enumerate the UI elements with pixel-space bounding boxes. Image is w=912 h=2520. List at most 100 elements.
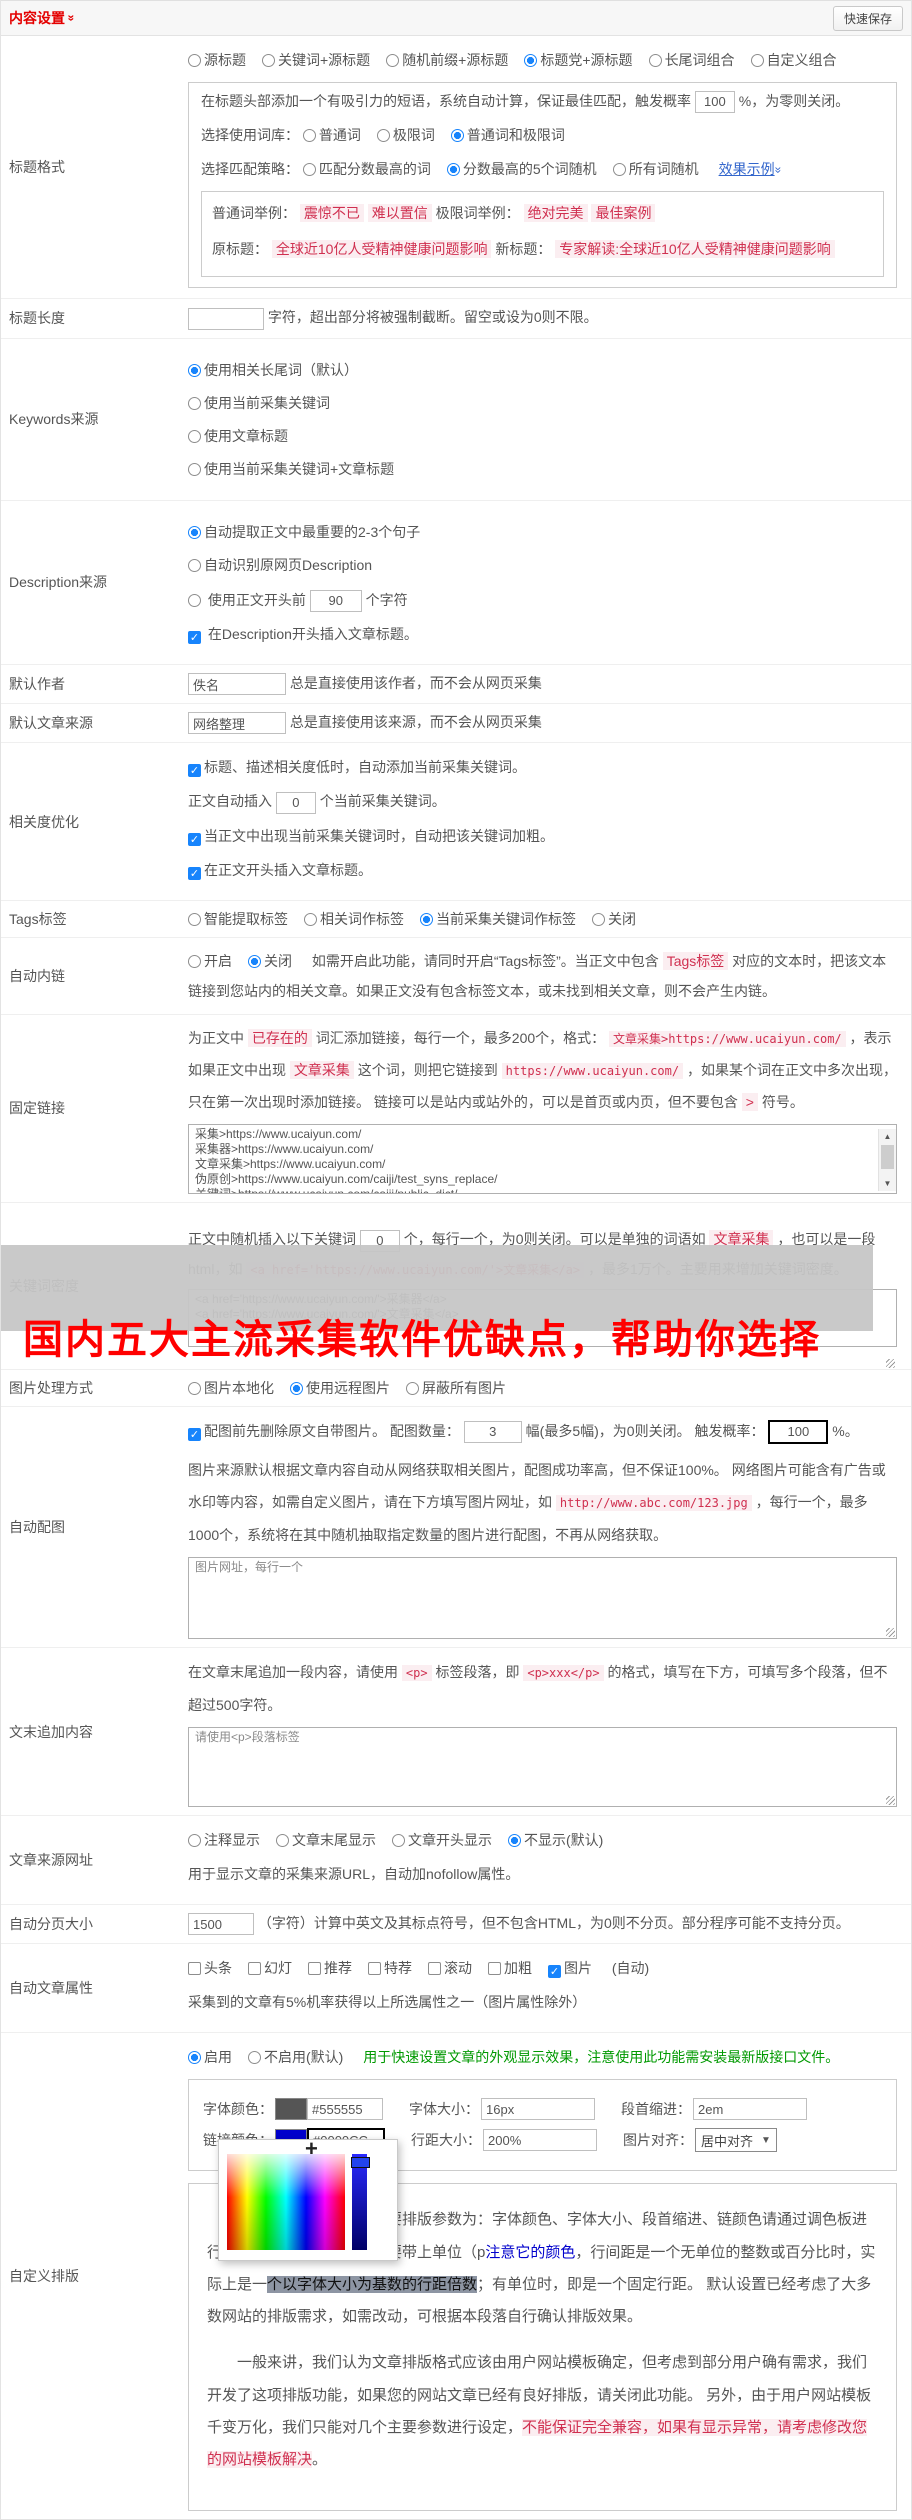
quick-save-button[interactable]: 快速保存 bbox=[833, 6, 903, 31]
textarea-scrollbar[interactable]: ▲ ▼ bbox=[878, 1129, 896, 1191]
relevance-checkbox-2[interactable]: 当正文中出现当前采集关键词时，自动把该关键词加粗。 bbox=[188, 824, 897, 848]
radio-icon[interactable] bbox=[524, 54, 537, 67]
radio-icon[interactable] bbox=[188, 955, 201, 968]
checkbox-icon[interactable] bbox=[368, 1962, 381, 1975]
radio-icon[interactable] bbox=[303, 163, 316, 176]
checkbox-option[interactable]: 推荐 bbox=[308, 1960, 352, 1976]
insert-keywords-count-input[interactable] bbox=[276, 792, 316, 814]
checkbox-icon[interactable] bbox=[308, 1962, 321, 1975]
radio-option[interactable]: 分数最高的5个词随机 bbox=[447, 161, 597, 177]
radio-icon[interactable] bbox=[592, 913, 605, 926]
radio-icon[interactable] bbox=[451, 129, 464, 142]
radio-option[interactable]: 使用相关长尾词（默认） bbox=[188, 360, 897, 380]
fixed-links-textarea[interactable]: 采集>https://www.ucaiyun.com/ 采集器>https://… bbox=[188, 1124, 897, 1194]
color-picker-popup[interactable]: + bbox=[218, 2139, 398, 2261]
scrollbar-thumb[interactable] bbox=[881, 1145, 894, 1169]
checkbox-icon[interactable] bbox=[188, 1428, 201, 1441]
resize-handle-icon[interactable] bbox=[886, 1628, 895, 1637]
radio-option[interactable]: 注释显示 bbox=[188, 1832, 260, 1848]
radio-icon[interactable] bbox=[188, 54, 201, 67]
checkbox-option[interactable]: 图片 bbox=[548, 1960, 592, 1976]
radio-icon[interactable] bbox=[248, 955, 261, 968]
radio-option[interactable]: 匹配分数最高的词 bbox=[303, 161, 431, 177]
indent-input[interactable] bbox=[693, 2098, 807, 2120]
trigger-probability-input[interactable] bbox=[695, 91, 735, 113]
radio-option[interactable]: 普通词 bbox=[303, 127, 361, 143]
scroll-up-icon[interactable]: ▲ bbox=[879, 1129, 896, 1144]
radio-option[interactable]: 使用当前采集关键词+文章标题 bbox=[188, 459, 897, 479]
radio-option[interactable]: 屏蔽所有图片 bbox=[406, 1380, 506, 1396]
radio-icon[interactable] bbox=[613, 163, 626, 176]
radio-option[interactable]: 源标题 bbox=[188, 52, 246, 68]
checkbox-icon[interactable] bbox=[548, 1965, 561, 1978]
checkbox-option[interactable]: 特荐 bbox=[368, 1960, 412, 1976]
radio-icon[interactable] bbox=[188, 397, 201, 410]
radio-icon[interactable] bbox=[303, 129, 316, 142]
radio-option[interactable]: 所有词随机 bbox=[613, 161, 699, 177]
radio-icon[interactable] bbox=[304, 913, 317, 926]
line-height-input[interactable] bbox=[483, 2129, 597, 2151]
radio-icon[interactable] bbox=[420, 913, 433, 926]
checkbox-icon[interactable] bbox=[248, 1962, 261, 1975]
radio-option[interactable]: 文章末尾显示 bbox=[276, 1832, 376, 1848]
image-count-input[interactable] bbox=[464, 1421, 522, 1443]
slider-handle[interactable] bbox=[351, 2157, 370, 2168]
radio-icon[interactable] bbox=[188, 2051, 201, 2064]
radio-option[interactable]: 启用 bbox=[188, 2049, 232, 2065]
title-length-input[interactable] bbox=[188, 308, 264, 330]
relevance-checkbox-1[interactable]: 标题、描述相关度低时，自动添加当前采集关键词。 bbox=[188, 755, 897, 779]
radio-option[interactable]: 当前采集关键词作标签 bbox=[420, 911, 576, 927]
relevance-checkbox-3[interactable]: 在正文开头插入文章标题。 bbox=[188, 858, 897, 882]
radio-option[interactable]: 关键词+源标题 bbox=[262, 52, 370, 68]
checkbox-icon[interactable] bbox=[188, 1962, 201, 1975]
radio-icon[interactable] bbox=[188, 526, 201, 539]
image-align-select[interactable]: 居中对齐▼ bbox=[695, 2128, 777, 2152]
radio-icon[interactable] bbox=[188, 463, 201, 476]
radio-option[interactable]: 使用文章标题 bbox=[188, 426, 897, 446]
auto-image-checkbox[interactable]: 配图前先删除原文自带图片。 bbox=[188, 1423, 386, 1439]
resize-handle-icon[interactable] bbox=[886, 1359, 895, 1368]
radio-icon[interactable] bbox=[276, 1834, 289, 1847]
checkbox-icon[interactable] bbox=[428, 1962, 441, 1975]
radio-option[interactable]: 使用当前采集关键词 bbox=[188, 393, 897, 413]
radio-option[interactable]: 相关词作标签 bbox=[304, 911, 404, 927]
font-color-swatch[interactable] bbox=[275, 2098, 307, 2120]
radio-option[interactable]: 使用远程图片 bbox=[290, 1380, 390, 1396]
radio-option[interactable]: 极限词 bbox=[377, 127, 435, 143]
radio-icon[interactable] bbox=[188, 1382, 201, 1395]
radio-icon[interactable] bbox=[508, 1834, 521, 1847]
radio-option[interactable]: 自动识别原网页Description bbox=[188, 555, 897, 575]
radio-option[interactable]: 长尾词组合 bbox=[649, 52, 735, 68]
saturation-gradient-area[interactable] bbox=[227, 2154, 345, 2250]
radio-icon[interactable] bbox=[751, 54, 764, 67]
radio-icon[interactable] bbox=[188, 913, 201, 926]
checkbox-option[interactable]: 加粗 bbox=[488, 1960, 532, 1976]
radio-icon[interactable] bbox=[188, 364, 201, 377]
checkbox-option[interactable]: 幻灯 bbox=[248, 1960, 292, 1976]
scroll-down-icon[interactable]: ▼ bbox=[879, 1176, 896, 1191]
hue-slider[interactable] bbox=[352, 2154, 367, 2250]
panel-title[interactable]: 内容设置» bbox=[9, 8, 75, 28]
radio-icon[interactable] bbox=[649, 54, 662, 67]
radio-icon[interactable] bbox=[290, 1382, 303, 1395]
checkbox-icon[interactable] bbox=[188, 867, 201, 880]
radio-icon[interactable] bbox=[188, 559, 201, 572]
radio-option[interactable]: 不显示(默认) bbox=[508, 1832, 603, 1848]
radio-icon[interactable] bbox=[262, 54, 275, 67]
resize-handle-icon[interactable] bbox=[886, 1796, 895, 1805]
append-content-textarea[interactable]: 请使用<p>段落标签 bbox=[188, 1727, 897, 1807]
radio-option[interactable]: 随机前缀+源标题 bbox=[386, 52, 508, 68]
image-urls-textarea[interactable]: 图片网址，每行一个 bbox=[188, 1557, 897, 1639]
image-probability-input[interactable] bbox=[768, 1420, 828, 1444]
radio-option[interactable]: 自动提取正文中最重要的2-3个句子 bbox=[188, 522, 897, 542]
radio-icon[interactable] bbox=[377, 129, 390, 142]
description-title-checkbox[interactable]: 在Description开头插入文章标题。 bbox=[188, 622, 897, 646]
radio-icon[interactable] bbox=[447, 163, 460, 176]
radio-option[interactable]: 不启用(默认) bbox=[248, 2049, 343, 2065]
radio-option[interactable]: 文章开头显示 bbox=[392, 1832, 492, 1848]
checkbox-icon[interactable] bbox=[188, 631, 201, 644]
description-chars-input[interactable] bbox=[310, 590, 362, 612]
radio-option[interactable]: 关闭 bbox=[592, 911, 636, 927]
radio-icon[interactable] bbox=[188, 1834, 201, 1847]
radio-option[interactable]: 自定义组合 bbox=[751, 52, 837, 68]
